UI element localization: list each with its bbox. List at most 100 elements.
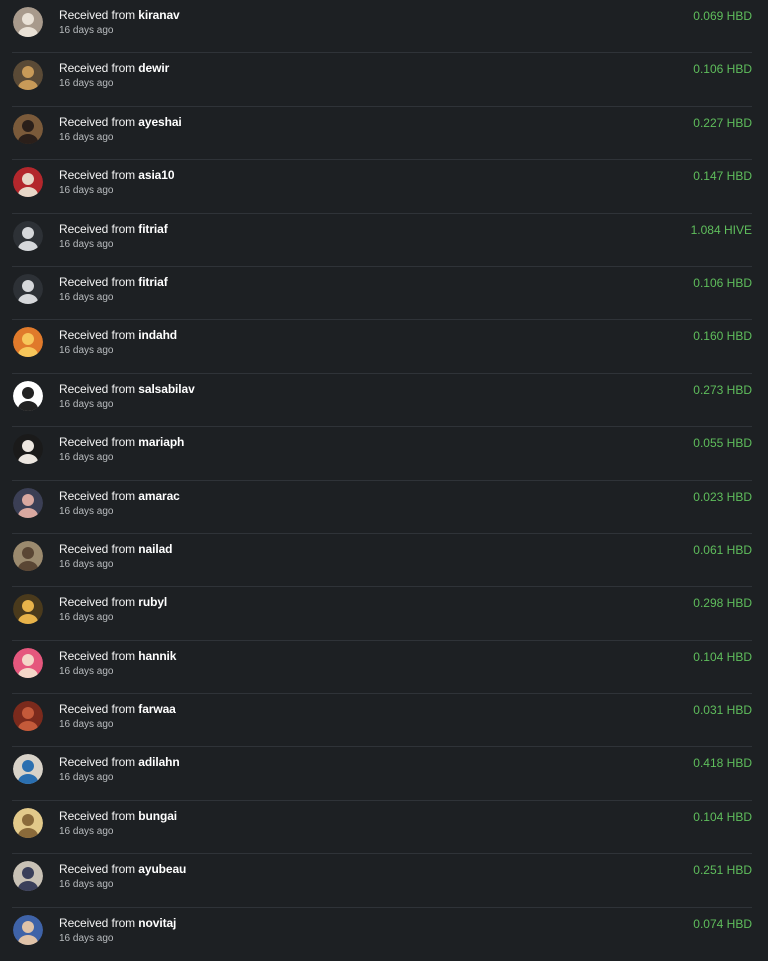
sender-username-link[interactable]: mariaph bbox=[138, 435, 184, 449]
transaction-amount: 0.031 HBD bbox=[693, 703, 752, 718]
transaction-prefix: Received from bbox=[59, 702, 136, 717]
transaction-row: Received from farwaa 16 days ago 0.031 HBD bbox=[0, 694, 768, 748]
user-avatar-icon[interactable] bbox=[13, 434, 43, 465]
transaction-row: Received from indahd 16 days ago 0.160 HBD bbox=[0, 320, 768, 374]
sender-username-link[interactable]: dewir bbox=[138, 61, 169, 75]
sender-username-link[interactable]: fitriaf bbox=[138, 222, 167, 236]
transaction-row: Received from amarac 16 days ago 0.023 HBD bbox=[0, 481, 768, 534]
transaction-title: Received from ayeshai bbox=[59, 115, 182, 129]
transaction-prefix: Received from bbox=[59, 808, 136, 823]
user-avatar-icon[interactable] bbox=[13, 273, 43, 304]
sender-username-link[interactable]: asia10 bbox=[138, 168, 174, 182]
user-avatar-icon[interactable] bbox=[13, 807, 43, 838]
user-avatar-icon[interactable] bbox=[13, 914, 43, 945]
transaction-amount: 0.160 HBD bbox=[693, 329, 752, 344]
transaction-prefix: Received from bbox=[59, 328, 136, 343]
transaction-title: Received from farwaa bbox=[59, 702, 176, 716]
sender-username-link[interactable]: kiranav bbox=[138, 8, 179, 22]
transaction-amount: 0.106 HBD bbox=[693, 275, 752, 290]
transaction-title: Received from kiranav bbox=[59, 8, 180, 22]
sender-username-link[interactable]: hannik bbox=[138, 649, 176, 663]
transaction-row: Received from bungai 16 days ago 0.104 HBD bbox=[0, 801, 768, 855]
transaction-amount: 0.061 HBD bbox=[693, 542, 752, 557]
transaction-row: Received from kiranav 16 days ago 0.069 HB… bbox=[0, 0, 768, 54]
transaction-amount: 0.104 HBD bbox=[693, 809, 752, 824]
transaction-title: Received from hannik bbox=[59, 649, 176, 663]
transaction-prefix: Received from bbox=[59, 381, 136, 396]
transaction-time: 16 days ago bbox=[59, 558, 114, 570]
transaction-time: 16 days ago bbox=[59, 879, 114, 891]
transaction-time: 16 days ago bbox=[59, 505, 114, 517]
transaction-title: Received from amarac bbox=[59, 489, 180, 503]
transaction-prefix: Received from bbox=[59, 595, 136, 610]
transaction-amount: 0.104 HBD bbox=[693, 649, 752, 664]
transaction-amount: 0.055 HBD bbox=[693, 436, 752, 451]
transaction-title: Received from indahd bbox=[59, 328, 177, 342]
transaction-prefix: Received from bbox=[59, 221, 136, 236]
transaction-title: Received from novitaj bbox=[59, 916, 176, 930]
user-avatar-icon[interactable] bbox=[13, 220, 43, 251]
user-avatar-icon[interactable] bbox=[13, 754, 43, 785]
user-avatar-icon[interactable] bbox=[13, 594, 43, 625]
transaction-prefix: Received from bbox=[59, 274, 136, 289]
transaction-prefix: Received from bbox=[59, 915, 136, 930]
transaction-row: Received from fitriaf 16 days ago 0.106 HB… bbox=[0, 267, 768, 321]
user-avatar-icon[interactable] bbox=[13, 113, 43, 144]
transaction-amount: 0.298 HBD bbox=[693, 596, 752, 611]
user-avatar-icon[interactable] bbox=[13, 540, 43, 571]
user-avatar-icon[interactable] bbox=[13, 380, 43, 411]
transaction-title: Received from fitriaf bbox=[59, 275, 168, 289]
sender-username-link[interactable]: amarac bbox=[138, 489, 180, 503]
sender-username-link[interactable]: adilahn bbox=[138, 755, 179, 769]
transaction-time: 16 days ago bbox=[59, 612, 114, 624]
transaction-title: Received from mariaph bbox=[59, 435, 184, 449]
transaction-time: 16 days ago bbox=[59, 291, 114, 303]
user-avatar-icon[interactable] bbox=[13, 647, 43, 678]
transaction-row: Received from rubyl 16 days ago 0.298 HBD bbox=[0, 587, 768, 641]
transaction-time: 16 days ago bbox=[59, 185, 114, 197]
sender-username-link[interactable]: rubyl bbox=[138, 595, 167, 609]
transaction-title: Received from fitriaf bbox=[59, 222, 168, 236]
user-avatar-icon[interactable] bbox=[13, 701, 43, 732]
user-avatar-icon[interactable] bbox=[13, 487, 43, 518]
sender-username-link[interactable]: ayeshai bbox=[138, 115, 181, 129]
transaction-prefix: Received from bbox=[59, 755, 136, 770]
user-avatar-icon[interactable] bbox=[13, 327, 43, 358]
user-avatar-icon[interactable] bbox=[13, 861, 43, 892]
transaction-amount: 0.147 HBD bbox=[693, 169, 752, 184]
transaction-time: 16 days ago bbox=[59, 932, 114, 944]
transaction-row: Received from mariaph 16 days ago 0.055 HB… bbox=[0, 427, 768, 481]
transaction-time: 16 days ago bbox=[59, 665, 114, 677]
transaction-amount: 0.227 HBD bbox=[693, 115, 752, 130]
sender-username-link[interactable]: indahd bbox=[138, 328, 177, 342]
transaction-row: Received from nailad 16 days ago 0.061 HBD bbox=[0, 534, 768, 588]
transaction-time: 16 days ago bbox=[59, 825, 114, 837]
sender-username-link[interactable]: fitriaf bbox=[138, 275, 167, 289]
transaction-amount: 0.023 HBD bbox=[693, 489, 752, 504]
sender-username-link[interactable]: salsabilav bbox=[138, 382, 194, 396]
transaction-time: 16 days ago bbox=[59, 238, 114, 250]
transaction-amount: 0.251 HBD bbox=[693, 863, 752, 878]
transaction-title: Received from bungai bbox=[59, 809, 177, 823]
transaction-time: 16 days ago bbox=[59, 345, 114, 357]
user-avatar-icon[interactable] bbox=[13, 60, 43, 91]
transaction-time: 16 days ago bbox=[59, 452, 114, 464]
transaction-prefix: Received from bbox=[59, 114, 136, 129]
sender-username-link[interactable]: bungai bbox=[138, 809, 177, 823]
sender-username-link[interactable]: nailad bbox=[138, 542, 172, 556]
transaction-title: Received from dewir bbox=[59, 61, 169, 75]
transaction-prefix: Received from bbox=[59, 648, 136, 663]
sender-username-link[interactable]: farwaa bbox=[138, 702, 176, 716]
user-avatar-icon[interactable] bbox=[13, 167, 43, 198]
user-avatar-icon[interactable] bbox=[13, 7, 43, 37]
transaction-amount: 0.069 HBD bbox=[693, 9, 752, 23]
transaction-row: Received from hannik 16 days ago 0.104 HBD bbox=[0, 641, 768, 695]
transaction-prefix: Received from bbox=[59, 541, 136, 556]
transaction-prefix: Received from bbox=[59, 435, 136, 450]
transaction-prefix: Received from bbox=[59, 862, 136, 877]
sender-username-link[interactable]: novitaj bbox=[138, 916, 176, 930]
sender-username-link[interactable]: ayubeau bbox=[138, 862, 186, 876]
transaction-prefix: Received from bbox=[59, 61, 136, 76]
transaction-time: 16 days ago bbox=[59, 78, 114, 90]
transaction-title: Received from rubyl bbox=[59, 595, 167, 609]
